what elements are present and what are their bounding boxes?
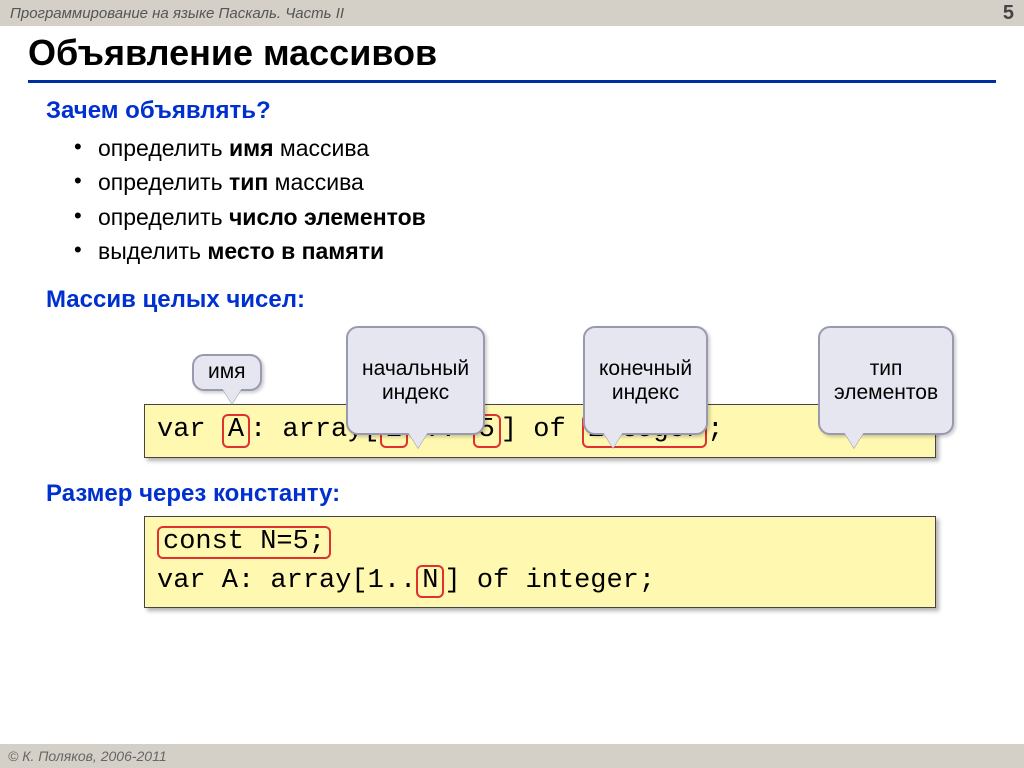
slide-content: Объявление массивов Зачем объявлять? опр… (0, 26, 1024, 608)
why-list: определить имя массива определить тип ма… (98, 131, 996, 268)
int-array-heading: Массив целых чисел: (46, 286, 996, 314)
page-title: Объявление массивов (28, 32, 996, 83)
const-size-heading: Размер через константу: (46, 480, 996, 508)
callout-elem-type: тип элементов (818, 326, 954, 435)
callout-start-index: начальный индекс (346, 326, 485, 435)
page-number: 5 (1003, 2, 1014, 25)
footer-bar: © К. Поляков, 2006-2011 (0, 744, 1024, 768)
hl-array-name: A (222, 414, 250, 448)
copyright: © К. Поляков, 2006-2011 (8, 748, 167, 764)
why-heading: Зачем объявлять? (46, 97, 996, 125)
callout-name: имя (192, 354, 262, 390)
code-const-decl: const N=5; var A: array[1..N] of integer… (144, 516, 936, 608)
list-item: выделить место в памяти (98, 234, 996, 268)
list-item: определить число элементов (98, 200, 996, 234)
hl-const-n: N (416, 565, 444, 599)
header-bar: Программирование на языке Паскаль. Часть… (0, 0, 1024, 26)
list-item: определить тип массива (98, 165, 996, 199)
list-item: определить имя массива (98, 131, 996, 165)
callout-row: имя начальный индекс конечный индекс тип… (28, 324, 996, 404)
callout-end-index: конечный индекс (583, 326, 708, 435)
hl-const-decl: const N=5; (157, 526, 331, 560)
course-title: Программирование на языке Паскаль. Часть… (10, 5, 344, 22)
